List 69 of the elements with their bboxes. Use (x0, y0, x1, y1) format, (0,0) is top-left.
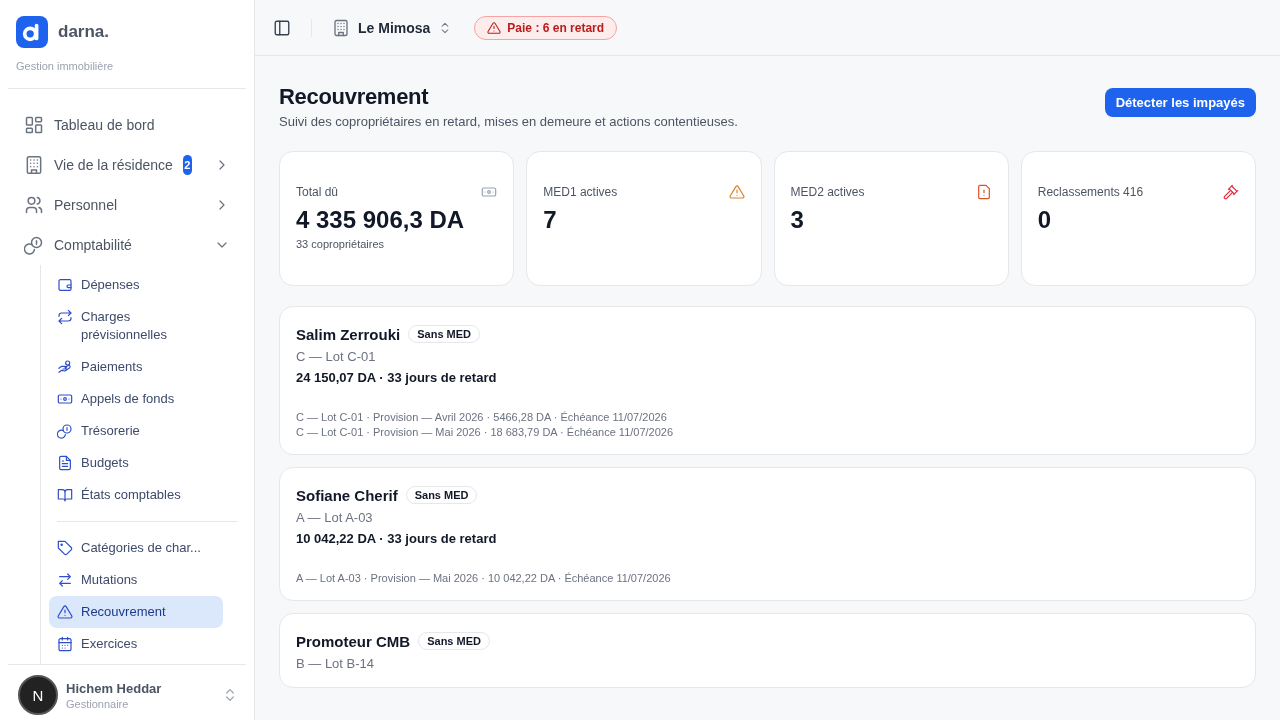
installment-line: C — Lot C-01 · Provision — Avril 2026 · 5466,28 DA · Échéance 11/07/2026 (296, 411, 668, 423)
document-icon (57, 455, 73, 471)
user-name: Hichem Heddar (66, 680, 163, 696)
stat-value: 0 (1037, 206, 1053, 234)
book-icon (57, 487, 73, 503)
banknote-icon (481, 184, 498, 200)
user-role: Gestionnaire (66, 697, 130, 710)
coins-icon (24, 235, 44, 255)
stat-label: MED1 actives (543, 185, 618, 199)
debtor-name: Promoteur CMB (296, 632, 411, 650)
tagline: Gestion immobilière (8, 48, 246, 89)
stat-caption: 33 copropriétaires (296, 238, 386, 250)
nav-subitem[interactable]: Budgets (49, 447, 223, 479)
nav-subitem[interactable]: Mutations (49, 564, 223, 596)
gavel-icon (1223, 184, 1239, 200)
nav-subitem[interactable]: Exercices (49, 628, 223, 660)
grid-icon (24, 115, 44, 135)
installment-line: C — Lot C-01 · Provision — Mai 2026 · 18 683,79 DA · Échéance 11/07/2026 (296, 426, 675, 438)
nav-subitem[interactable]: Trésorerie (49, 415, 223, 447)
debt-summary: 24 150,07 DA · 33 jours de retard (296, 370, 498, 385)
banknote-icon (57, 391, 73, 407)
residence-selector[interactable]: Le Mimosa (332, 18, 453, 37)
nav-item[interactable]: Personnel (8, 185, 246, 225)
wallet-icon (57, 277, 73, 293)
stat-label: Reclassements 416 (1037, 185, 1144, 199)
nav-item[interactable]: Tableau de bord (8, 105, 246, 145)
detect-button[interactable]: Détecter les impayés (1104, 88, 1256, 117)
users-icon (24, 195, 44, 215)
warning-icon (728, 184, 745, 200)
lot-label: C — Lot C-01 (296, 349, 377, 364)
stat-label: MED2 actives (790, 185, 865, 199)
nav-subitem[interactable]: Paiements (49, 351, 223, 383)
debt-summary: 10 042,22 DA · 33 jours de retard (296, 531, 498, 546)
debtor-name: Sofiane Cherif (296, 486, 398, 504)
building-icon (332, 18, 350, 37)
nav-item[interactable]: Comptabilité (8, 225, 246, 265)
brand-name: darna. (58, 22, 110, 42)
logo-icon (16, 16, 48, 48)
warning-icon (57, 604, 73, 620)
hand-coins-icon (57, 359, 73, 375)
stat-value: 7 (543, 206, 558, 234)
sidebar-toggle-icon[interactable] (273, 18, 291, 37)
debtor-name: Salim Zerrouki (296, 325, 401, 343)
coins-icon (57, 423, 73, 439)
page-subtitle: Suivi des copropriétaires en retard, mises en demeure et actions contentieuses. (279, 114, 738, 129)
tag-icon (57, 540, 73, 556)
arrows-icon (57, 572, 73, 588)
nav-subitem[interactable]: Catégories de char... (49, 532, 223, 564)
user-menu[interactable]: N Hichem Heddar Gestionnaire (8, 664, 246, 720)
stat-value: 3 (790, 206, 805, 234)
stat-value: 4 335 906,3 DA (296, 206, 466, 234)
installment-line: A — Lot A-03 · Provision — Mai 2026 · 10 042,22 DA · Échéance 11/07/2026 (296, 572, 672, 584)
page-title: Recouvrement (279, 84, 430, 110)
nav-subitem[interactable]: Charges prévisionnelles (49, 301, 223, 351)
avatar: N (18, 675, 58, 715)
nav-subitem[interactable]: Appels de fonds (49, 383, 223, 415)
alert-badge[interactable]: Paie : 6 en retard (474, 15, 618, 40)
file-alert-icon (975, 184, 992, 200)
nav-subitem[interactable]: États comptables (49, 479, 223, 511)
count-badge: 2 (182, 155, 192, 175)
nav-item[interactable]: Vie de la résidence 2 (8, 145, 246, 185)
lot-label: A — Lot A-03 (296, 510, 374, 525)
nav-subitem[interactable]: Dépenses (49, 269, 223, 301)
nav-subitem[interactable]: Recouvrement (49, 596, 223, 628)
stat-label: Total dû (296, 185, 339, 199)
lot-label: B — Lot B-14 (296, 656, 376, 671)
repeat-icon (57, 309, 73, 325)
building-icon (24, 155, 44, 175)
calendar-icon (57, 636, 73, 652)
